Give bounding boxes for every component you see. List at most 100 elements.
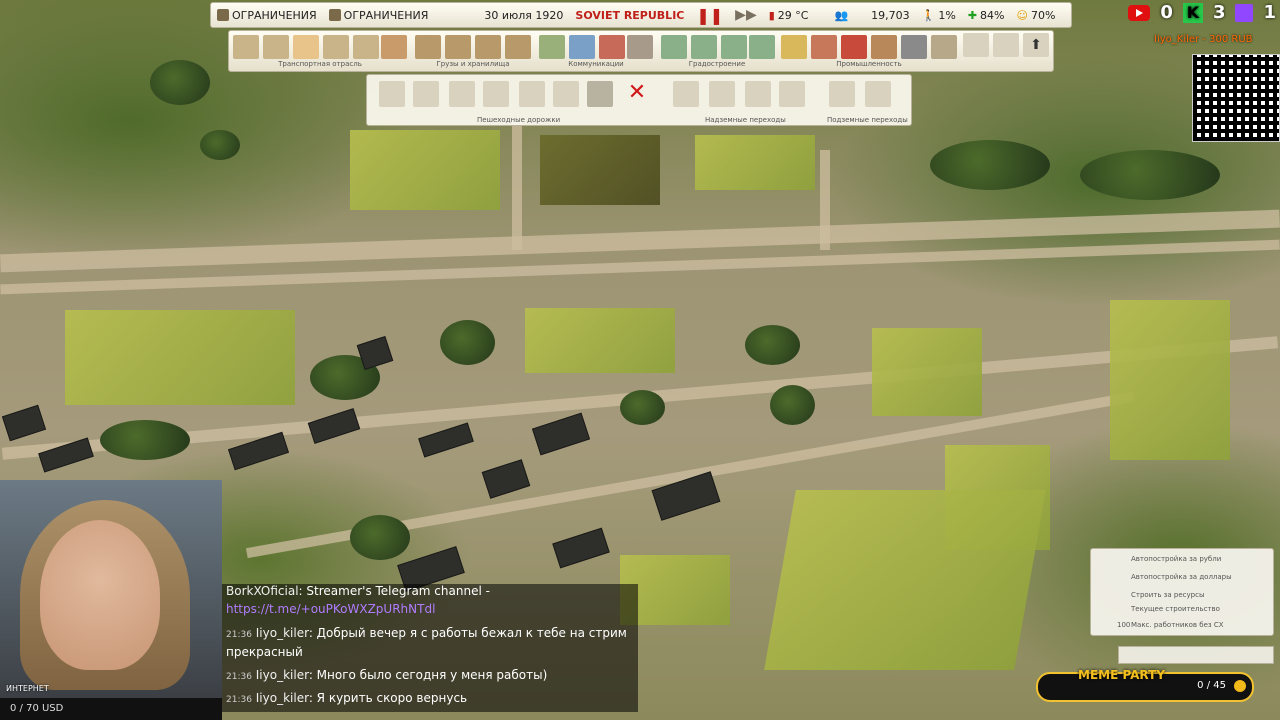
temperature: ▮ 29 °C — [768, 8, 809, 22]
play-button[interactable]: ▶▶ — [729, 7, 763, 23]
pedestrian-tool-icon[interactable] — [293, 35, 319, 59]
house[interactable] — [418, 422, 474, 458]
max-workers-input[interactable]: 100 — [1117, 621, 1130, 629]
crop-field[interactable] — [764, 490, 1046, 670]
option-dollars[interactable]: Автопостройка за доллары — [1131, 573, 1232, 581]
people-icon: 👥 — [834, 8, 849, 22]
power-tool-icon[interactable] — [539, 35, 565, 59]
crop-field[interactable] — [540, 135, 660, 205]
worker-icon: 🚶 — [921, 8, 936, 22]
twitch-icon — [1235, 3, 1254, 22]
culture-tool-icon[interactable] — [721, 35, 747, 59]
tunnel-tool-2[interactable] — [865, 81, 891, 107]
farm-tool-icon[interactable] — [781, 35, 807, 59]
crop-field[interactable] — [695, 135, 815, 190]
rail-tool-icon[interactable] — [263, 35, 289, 59]
close-submenu-icon[interactable]: ✕ — [624, 80, 650, 106]
coin-icon — [1234, 680, 1246, 692]
storage-tool-icon[interactable] — [445, 35, 471, 59]
crop-field[interactable] — [525, 308, 675, 373]
restrictions-button[interactable]: ОГРАНИЧЕНИЯ — [211, 9, 323, 22]
population[interactable]: 👥 19,703 — [814, 9, 915, 22]
path-tool-7[interactable] — [587, 81, 613, 107]
health-icon: ✚ — [967, 8, 978, 22]
chat-overlay: BorkXOficial: Streamer's Telegram channe… — [222, 584, 638, 712]
services-tool-icon[interactable] — [691, 35, 717, 59]
toolbar-group-transport: Транспортная отрасль — [231, 33, 409, 69]
tree — [930, 140, 1050, 190]
heating-tool-icon[interactable] — [599, 35, 625, 59]
stat-happiness[interactable]: ☺ 70% — [1011, 9, 1062, 22]
tree — [150, 60, 210, 105]
factory-tool-icon[interactable] — [841, 35, 867, 59]
tower-tool-icon[interactable] — [931, 35, 957, 59]
crop-field[interactable] — [65, 310, 295, 405]
bridge-tool-1[interactable] — [673, 81, 699, 107]
crane-tool-icon[interactable] — [505, 35, 531, 59]
meme-party-count: 0 / 45 — [1197, 680, 1226, 691]
option-resources[interactable]: Строить за ресурсы — [1131, 591, 1204, 599]
stat-health[interactable]: ✚ 84% — [962, 9, 1011, 22]
collapse-toolbar-icon[interactable]: ⬆ — [1023, 33, 1049, 57]
bridge-tool-2[interactable] — [709, 81, 735, 107]
option-rubles[interactable]: Автопостройка за рубли — [1131, 555, 1221, 563]
smile-icon: ☺ — [1016, 8, 1028, 22]
path-tool-1[interactable] — [379, 81, 405, 107]
crop-field[interactable] — [1110, 300, 1230, 460]
tree — [770, 385, 815, 425]
build-toolbar: Транспортная отрасль Грузы и хранилища К… — [228, 30, 1054, 72]
streamer-face — [40, 520, 160, 670]
aviation-tool-icon[interactable] — [353, 35, 379, 59]
road — [820, 150, 830, 250]
construction-tools[interactable] — [1118, 646, 1274, 664]
toolbar-group-communications: Коммуникации — [537, 33, 655, 69]
option-current[interactable]: Текущее строительство — [1131, 605, 1220, 613]
tree — [100, 420, 190, 460]
park-tool-icon[interactable] — [749, 35, 775, 59]
crop-field[interactable] — [872, 328, 982, 416]
bridge-tool-3[interactable] — [745, 81, 771, 107]
waste-tool-icon[interactable] — [627, 35, 653, 59]
path-tool-4[interactable] — [483, 81, 509, 107]
path-tool-5[interactable] — [519, 81, 545, 107]
stat-workers[interactable]: 🚶 1% — [916, 9, 962, 22]
last-donation: Iiyo_Kiler - 300 RUB — [1154, 34, 1253, 45]
mine-tool-icon[interactable] — [811, 35, 837, 59]
toolbar-group-industry: Промышленность — [779, 33, 959, 69]
tree — [350, 515, 410, 560]
qr-code — [1192, 54, 1280, 142]
oil-tool-icon[interactable] — [871, 35, 897, 59]
restrictions-icon — [328, 9, 341, 21]
crop-field[interactable] — [350, 130, 500, 210]
house[interactable] — [552, 527, 610, 569]
webcam-overlay — [0, 480, 222, 700]
pipeline-tool-icon[interactable] — [323, 35, 349, 59]
social-counters: 0 K3 1 — [1128, 2, 1276, 23]
chemical-tool-icon[interactable] — [901, 35, 927, 59]
path-tool-2[interactable] — [413, 81, 439, 107]
house[interactable] — [1, 404, 47, 442]
bridge-tool-4[interactable] — [779, 81, 805, 107]
tree — [745, 325, 800, 365]
tree — [1080, 150, 1220, 200]
conveyor-tool-icon[interactable] — [475, 35, 501, 59]
depot-tool-icon[interactable] — [381, 35, 407, 59]
restrictions-button-2[interactable]: ОГРАНИЧЕНИЯ — [323, 9, 435, 22]
bulldoze-tool-icon[interactable] — [963, 33, 989, 57]
house[interactable] — [531, 412, 591, 456]
overlay-tool-icon[interactable] — [993, 33, 1019, 57]
housing-tool-icon[interactable] — [661, 35, 687, 59]
option-max-workers: Макс. работников без СХ — [1131, 621, 1224, 629]
tunnel-tool-1[interactable] — [829, 81, 855, 107]
road-tool-icon[interactable] — [233, 35, 259, 59]
path-tool-3[interactable] — [449, 81, 475, 107]
water-tool-icon[interactable] — [569, 35, 595, 59]
house[interactable] — [356, 336, 394, 370]
house[interactable] — [481, 459, 531, 499]
path-tool-6[interactable] — [553, 81, 579, 107]
house[interactable] — [307, 408, 361, 444]
chat-link[interactable]: https://t.me/+ouPKoWXZpURhNTdl — [226, 602, 435, 616]
cargo-tool-icon[interactable] — [415, 35, 441, 59]
pause-button[interactable]: ❚❚ — [690, 6, 729, 25]
chat-message: 21:36 Iiyo_kiler: Много было сегодня у м… — [226, 668, 548, 682]
